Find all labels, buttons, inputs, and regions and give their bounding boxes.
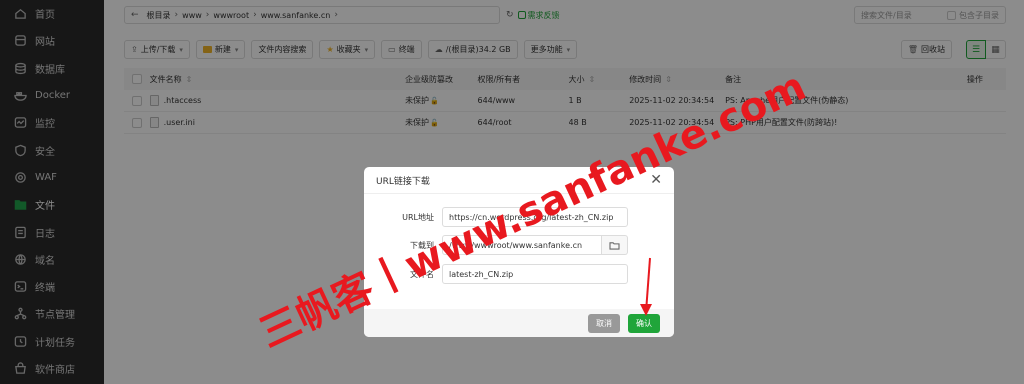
confirm-button[interactable]: 确认: [628, 313, 660, 333]
filename-field[interactable]: latest-zh_CN.zip: [442, 264, 628, 284]
dir-label: 下载到: [410, 240, 434, 250]
dialog-header: URL链接下载 ✕: [364, 167, 674, 194]
filename-row: 文件名 latest-zh_CN.zip: [364, 264, 674, 284]
url-row: URL地址 https://cn.wordpress.org/latest-zh…: [364, 207, 674, 227]
dialog-footer: 取消 确认: [364, 309, 674, 337]
url-value: https://cn.wordpress.org/latest-zh_CN.zi…: [449, 212, 614, 222]
dialog-body: URL地址 https://cn.wordpress.org/latest-zh…: [364, 194, 674, 309]
dialog-title: URL链接下载: [376, 176, 430, 187]
dir-value: /www/wwwroot/www.sanfanke.cn: [449, 240, 583, 250]
filename-value: latest-zh_CN.zip: [449, 269, 514, 279]
folder-icon: [609, 241, 620, 250]
url-label: URL地址: [402, 212, 434, 222]
url-field[interactable]: https://cn.wordpress.org/latest-zh_CN.zi…: [442, 207, 628, 227]
close-icon[interactable]: ✕: [650, 173, 662, 187]
confirm-label: 确认: [636, 318, 652, 328]
url-download-dialog: URL链接下载 ✕ URL地址 https://cn.wordpress.org…: [364, 167, 674, 337]
filename-label: 文件名: [410, 269, 434, 279]
cancel-label: 取消: [596, 318, 612, 328]
dir-field[interactable]: /www/wwwroot/www.sanfanke.cn: [442, 235, 602, 255]
browse-folder-button[interactable]: [602, 235, 628, 255]
cancel-button[interactable]: 取消: [588, 313, 620, 333]
dir-row: 下载到 /www/wwwroot/www.sanfanke.cn: [364, 235, 674, 255]
